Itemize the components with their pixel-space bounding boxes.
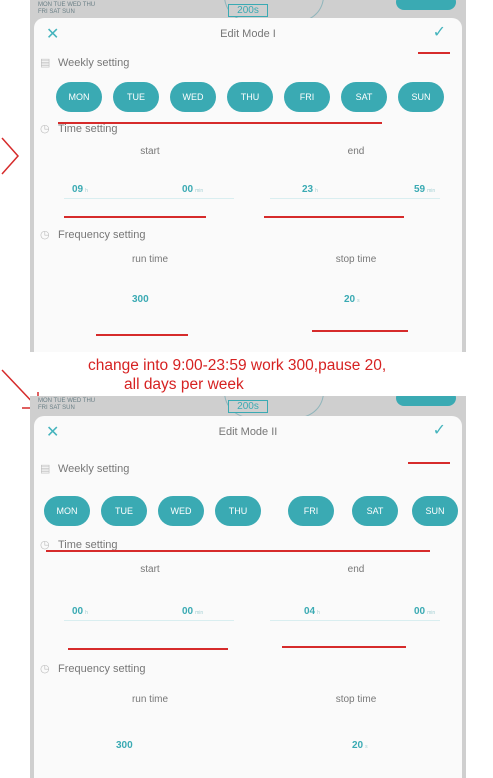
day-thu[interactable]: THU: [227, 82, 273, 112]
annotation-underline: [418, 52, 450, 54]
edit-mode-card: ✕ Edit Mode II ✓ ▤ Weekly setting MON TU…: [34, 416, 462, 778]
start-label: start: [140, 146, 160, 157]
day-selector: MON TUE WED THU FRI SAT SUN: [34, 492, 462, 532]
run-time-label: run time: [131, 694, 169, 705]
day-tue[interactable]: TUE: [101, 496, 147, 526]
annotation-underline: [408, 462, 450, 464]
frequency-setting-title: ◷ Frequency setting: [34, 658, 462, 680]
annotation-underline: [282, 646, 406, 648]
card-title: Edit Mode II: [218, 426, 278, 438]
end-minute-picker[interactable]: 59 min: [414, 184, 435, 195]
day-sun[interactable]: SUN: [398, 82, 444, 112]
annotation-underline: [264, 216, 404, 218]
day-wed[interactable]: WED: [158, 496, 204, 526]
day-sat[interactable]: SAT: [341, 82, 387, 112]
check-icon[interactable]: ✓: [433, 22, 446, 42]
background-days: MON TUE WED THU FRI SAT SUN: [38, 398, 96, 411]
bottom-panel: MON TUE WED THU FRI SAT SUN 200s ✕ Edit …: [30, 396, 466, 778]
time-setting-title: ◷ Time setting: [34, 534, 462, 556]
weekly-setting-title: ▤ Weekly setting: [34, 52, 462, 74]
day-tue[interactable]: TUE: [113, 82, 159, 112]
frequency-pickers: 300 20 s: [34, 280, 462, 326]
background-strip: MON TUE WED THU FRI SAT SUN 200s: [30, 396, 466, 418]
time-columns: start end: [34, 556, 462, 590]
day-fri[interactable]: FRI: [284, 82, 330, 112]
end-hour-picker[interactable]: 04 h: [304, 606, 320, 617]
day-mon[interactable]: MON: [56, 82, 102, 112]
card-title: Edit Mode I: [220, 28, 276, 40]
time-columns: start end: [34, 140, 462, 174]
run-time-picker[interactable]: 300: [132, 294, 149, 305]
day-sat[interactable]: SAT: [352, 496, 398, 526]
time-pickers: 00 h 00 min 04 h 00 min: [34, 590, 462, 636]
arrow-icon: [1, 137, 20, 175]
frequency-pickers: 300 20 s: [34, 714, 462, 760]
start-minute-picker[interactable]: 00 min: [182, 606, 203, 617]
clock-icon: ◷: [40, 229, 50, 241]
annotation-underline: [312, 330, 408, 332]
picker-divider: [270, 620, 440, 621]
clock-icon: ◷: [40, 539, 50, 551]
day-fri[interactable]: FRI: [288, 496, 334, 526]
weekly-setting-title: ▤ Weekly setting: [34, 458, 462, 480]
run-time-label: run time: [131, 254, 169, 265]
calendar-icon: ▤: [40, 57, 51, 69]
stop-time-label: stop time: [335, 254, 377, 265]
top-panel: MON TUE WED THU FRI SAT SUN 200s ✕ Edit …: [30, 0, 466, 352]
weekly-setting-label: Weekly setting: [58, 57, 130, 69]
clock-icon: ◷: [40, 123, 50, 135]
annotation-underline: [68, 648, 228, 650]
day-mon[interactable]: MON: [44, 496, 90, 526]
background-value: 200s: [228, 400, 268, 413]
start-hour-picker[interactable]: 09 h: [72, 184, 88, 195]
background-button: [396, 396, 456, 406]
day-selector: MON TUE WED THU FRI SAT SUN: [34, 78, 462, 118]
stop-time-picker[interactable]: 20 s: [352, 740, 368, 751]
background-value: 200s: [228, 4, 268, 17]
annotation-underline: [96, 334, 188, 336]
time-setting-label: Time setting: [58, 123, 118, 135]
time-pickers: 09 h 00 min 23 h 59 min: [34, 174, 462, 220]
background-days: MON TUE WED THU FRI SAT SUN: [38, 2, 96, 15]
stop-time-label: stop time: [335, 694, 377, 705]
edit-mode-card: ✕ Edit Mode I ✓ ▤ Weekly setting MON TUE…: [34, 18, 462, 352]
start-hour-picker[interactable]: 00 h: [72, 606, 88, 617]
annotation-underline: [64, 216, 206, 218]
day-wed[interactable]: WED: [170, 82, 216, 112]
card-header: ✕ Edit Mode II ✓: [34, 416, 462, 450]
frequency-setting-title: ◷ Frequency setting: [34, 224, 462, 246]
frequency-columns: run time stop time: [34, 246, 462, 280]
frequency-columns: run time stop time: [34, 680, 462, 714]
annotation-note: change into 9:00-23:59 work 300,pause 20…: [88, 357, 387, 393]
start-minute-picker[interactable]: 00 min: [182, 184, 203, 195]
picker-divider: [270, 198, 440, 199]
calendar-icon: ▤: [40, 463, 51, 475]
picker-divider: [64, 198, 234, 199]
check-icon[interactable]: ✓: [433, 420, 446, 440]
weekly-setting-label: Weekly setting: [58, 463, 130, 475]
annotation-underline: [46, 550, 430, 552]
picker-divider: [64, 620, 234, 621]
clock-icon: ◷: [40, 663, 50, 675]
day-sun[interactable]: SUN: [412, 496, 458, 526]
run-time-picker[interactable]: 300: [116, 740, 133, 751]
frequency-setting-label: Frequency setting: [58, 229, 146, 241]
day-thu[interactable]: THU: [215, 496, 261, 526]
end-label: end: [347, 564, 365, 575]
stop-time-picker[interactable]: 20 s: [344, 294, 360, 305]
background-button: [396, 0, 456, 10]
end-minute-picker[interactable]: 00 min: [414, 606, 435, 617]
card-header: ✕ Edit Mode I ✓: [34, 18, 462, 52]
end-hour-picker[interactable]: 23 h: [302, 184, 318, 195]
end-label: end: [347, 146, 365, 157]
start-label: start: [140, 564, 160, 575]
frequency-setting-label: Frequency setting: [58, 663, 146, 675]
annotation-underline: [58, 122, 382, 124]
